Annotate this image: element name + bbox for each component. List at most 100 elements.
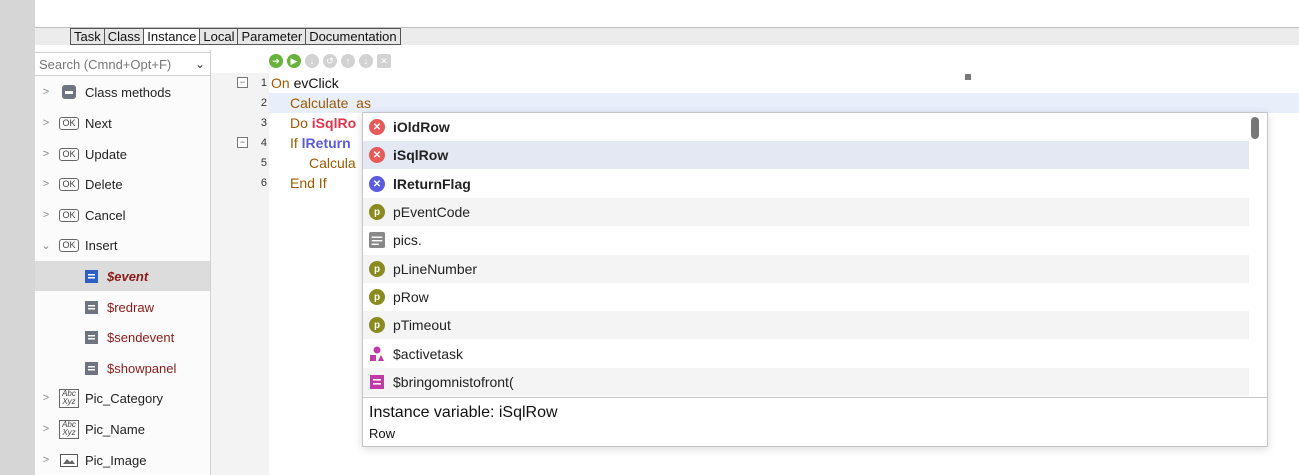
- go-icon[interactable]: ↓: [359, 54, 373, 68]
- completion-detail: Instance variable: iSqlRow Row: [363, 397, 1267, 447]
- chevron-right-icon[interactable]: >: [37, 454, 55, 466]
- tree-item-update[interactable]: > OK Update: [35, 139, 210, 169]
- completion-item[interactable]: p pRow: [363, 283, 1249, 311]
- tab-documentation[interactable]: Documentation: [305, 28, 401, 45]
- tree-item-showpanel[interactable]: $showpanel: [35, 353, 210, 383]
- chevron-down-icon[interactable]: ⌄: [191, 57, 209, 71]
- chevron-down-icon[interactable]: ⌄: [37, 239, 55, 252]
- tree-item-event[interactable]: $event: [35, 261, 210, 291]
- tree-item-class-methods[interactable]: > Class methods: [35, 77, 210, 107]
- class-methods-icon: [59, 84, 79, 100]
- tab-local[interactable]: Local: [199, 28, 239, 45]
- detail-subtitle: Row: [369, 426, 396, 441]
- completion-item[interactable]: $bringomnistofront(: [363, 368, 1249, 396]
- tree-item-pic-category[interactable]: > Abc Xyz Pic_Category: [35, 383, 210, 413]
- instance-variable-icon: ✕: [369, 147, 385, 163]
- completion-label: lReturnFlag: [393, 176, 471, 192]
- completion-item[interactable]: pics.: [363, 226, 1249, 254]
- completion-item[interactable]: p pTimeout: [363, 311, 1249, 339]
- completion-item[interactable]: ✕ iOldRow: [363, 113, 1249, 141]
- variable-tabbar: Task Class Instance Local Parameter Docu…: [35, 28, 1299, 45]
- method-icon: [81, 299, 101, 315]
- line-number: 2: [260, 97, 267, 109]
- code-keyword: End If: [290, 175, 327, 191]
- tab-task[interactable]: Task: [70, 28, 105, 45]
- completion-item[interactable]: $activetask: [363, 340, 1249, 368]
- tree-item-label: Next: [85, 115, 112, 131]
- search-input[interactable]: [35, 55, 191, 73]
- code-keyword: On: [271, 75, 290, 91]
- step-in-icon[interactable]: ➔: [269, 54, 283, 68]
- step-out-icon[interactable]: ↺: [323, 54, 337, 68]
- tree-item-insert[interactable]: ⌄ OK Insert: [35, 230, 210, 260]
- ok-button-icon: OK: [59, 237, 79, 253]
- ok-button-icon: OK: [59, 146, 79, 162]
- method-icon: [81, 268, 101, 284]
- method-tree: ⌄ > Class methods > OK Next > OK Update …: [35, 50, 211, 475]
- local-variable-icon: ✕: [369, 176, 385, 192]
- code-line-1[interactable]: − 1 On evClick: [211, 73, 1299, 93]
- popup-scrollbar[interactable]: [1251, 117, 1259, 139]
- picture-field-icon: [59, 452, 79, 468]
- tree-item-sendevent[interactable]: $sendevent: [35, 322, 210, 352]
- tree-item-label: Insert: [85, 237, 118, 253]
- tree-item-pic-image[interactable]: > Pic_Image: [35, 445, 210, 475]
- tab-parameter[interactable]: Parameter: [237, 28, 307, 45]
- code-line-2-current[interactable]: 2 Calculate as: [261, 93, 1299, 113]
- tree-item-redraw[interactable]: $redraw: [35, 292, 210, 322]
- ok-button-icon: OK: [59, 207, 79, 223]
- tree-item-label: Pic_Name: [85, 421, 145, 437]
- chevron-right-icon[interactable]: >: [37, 86, 55, 98]
- completion-label: $bringomnistofront(: [393, 374, 514, 390]
- completion-label: pEventCode: [393, 204, 471, 220]
- debug-toolbar: ➔ ▶ ↓ ↺ ↑ ↓ ✕: [269, 52, 391, 70]
- chevron-right-icon[interactable]: >: [37, 148, 55, 160]
- code-keyword: If: [290, 135, 298, 151]
- ok-button-icon: OK: [59, 176, 79, 192]
- completion-item-selected[interactable]: ✕ iSqlRow: [363, 141, 1249, 169]
- line-number: 5: [260, 157, 267, 169]
- completion-label: iOldRow: [393, 119, 450, 135]
- tree-item-pic-name[interactable]: > Abc Xyz Pic_Name: [35, 414, 210, 444]
- completion-label: pLineNumber: [393, 261, 478, 277]
- table-icon: [369, 232, 385, 248]
- completion-label: iSqlRow: [393, 147, 449, 163]
- chevron-right-icon[interactable]: >: [37, 209, 55, 221]
- chevron-right-icon[interactable]: >: [37, 423, 55, 435]
- toolbar-area: [35, 0, 1299, 28]
- trace-icon[interactable]: ↑: [341, 54, 355, 68]
- parameter-icon: p: [369, 261, 385, 277]
- completion-label: $activetask: [393, 346, 464, 362]
- chevron-right-icon[interactable]: >: [37, 178, 55, 190]
- chevron-right-icon[interactable]: >: [37, 392, 55, 404]
- tree-item-label: Class methods: [85, 84, 171, 100]
- tree-item-delete[interactable]: > OK Delete: [35, 169, 210, 199]
- parameter-icon: p: [369, 317, 385, 333]
- method-icon: [369, 374, 385, 390]
- line-number: 6: [260, 177, 267, 189]
- tab-class[interactable]: Class: [103, 28, 145, 45]
- step-over-icon[interactable]: ↓: [305, 54, 319, 68]
- tree-item-cancel[interactable]: > OK Cancel: [35, 200, 210, 230]
- tab-instance[interactable]: Instance: [143, 28, 201, 45]
- run-icon[interactable]: ▶: [287, 54, 301, 68]
- parameter-icon: p: [369, 204, 385, 220]
- line-number: 1: [260, 77, 267, 89]
- method-icon: [81, 329, 101, 345]
- completion-item[interactable]: p pLineNumber: [363, 255, 1249, 283]
- detail-title: Instance variable: iSqlRow: [369, 404, 558, 421]
- tree-item-next[interactable]: > OK Next: [35, 108, 210, 138]
- completion-item[interactable]: p pEventCode: [363, 198, 1249, 226]
- tree-item-label: $showpanel: [107, 360, 177, 376]
- tree-item-label: Cancel: [85, 207, 126, 223]
- tree-item-label: Delete: [85, 176, 123, 192]
- stop-icon[interactable]: ✕: [377, 54, 391, 68]
- tree-item-label: $redraw: [107, 299, 154, 315]
- parameter-icon: p: [369, 289, 385, 305]
- chevron-right-icon[interactable]: >: [37, 117, 55, 129]
- tree-item-label: Pic_Image: [85, 452, 147, 468]
- autocomplete-popup: ✕ iOldRow ✕ iSqlRow ✕ lReturnFlag p pEve…: [362, 112, 1268, 447]
- completion-label: pRow: [393, 289, 429, 305]
- code-variable: iSqlRo: [311, 115, 357, 131]
- completion-item[interactable]: ✕ lReturnFlag: [363, 170, 1249, 198]
